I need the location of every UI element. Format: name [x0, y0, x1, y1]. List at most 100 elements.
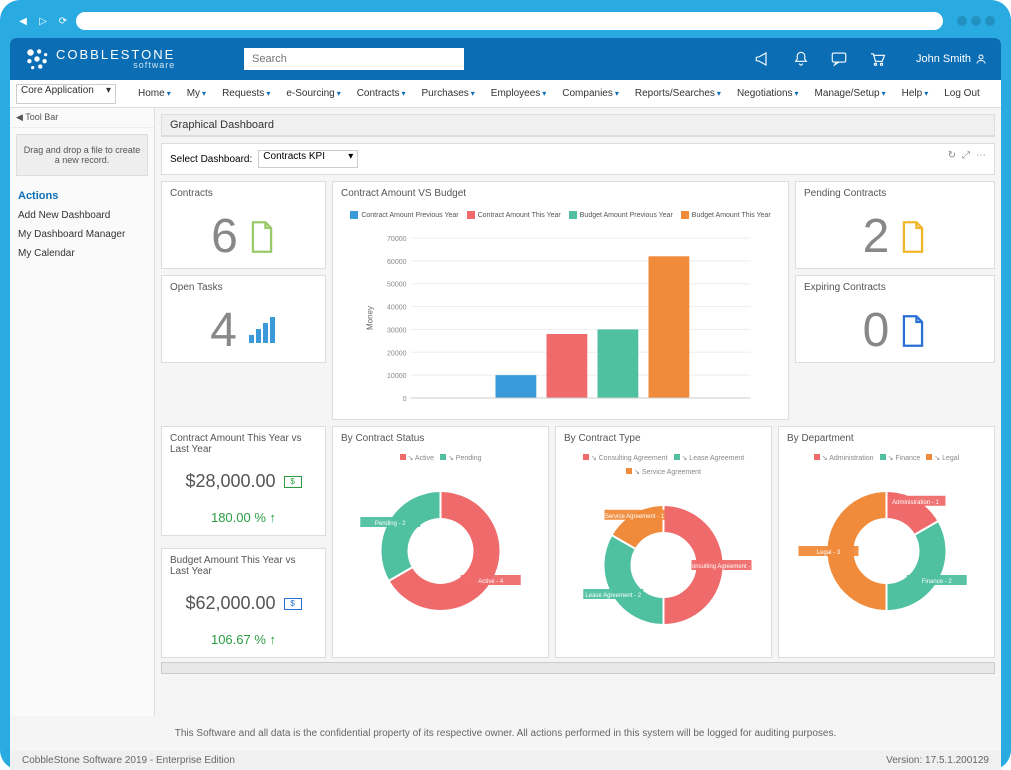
browser-back-icon[interactable]: ◀ [16, 14, 30, 28]
donut-legend: ↘ Administration↘ Finance↘ Legal [779, 454, 994, 462]
menu-bar: Core Application ▾ Home▾My▾Requests▾e-So… [10, 80, 1001, 108]
app: COBBLESTONE software John Smith Core App… [10, 38, 1001, 770]
svg-text:Pending - 2: Pending - 2 [375, 521, 406, 527]
pending-contracts-card[interactable]: Pending Contracts 2 [795, 181, 995, 269]
svg-text:70000: 70000 [387, 236, 407, 243]
header-icons [754, 50, 886, 68]
svg-text:Active - 4: Active - 4 [478, 579, 504, 585]
search-input[interactable] [244, 48, 464, 70]
dashboard-select[interactable]: Contracts KPI ▾ [258, 150, 358, 168]
menu-item-purchases[interactable]: Purchases▾ [414, 88, 483, 99]
donut-status-card: By Contract Status ↘ Active↘ Pending Act… [332, 426, 549, 658]
sidebar-link[interactable]: My Dashboard Manager [10, 225, 154, 244]
menu-item-e-sourcing[interactable]: e-Sourcing▾ [278, 88, 348, 99]
app-selector[interactable]: Core Application ▾ [16, 84, 116, 104]
menu-item-companies[interactable]: Companies▾ [554, 88, 627, 99]
sidebar-link[interactable]: Add New Dashboard [10, 206, 154, 225]
brand-logo[interactable]: COBBLESTONE software [24, 46, 244, 72]
arrow-up-icon: ↑ [270, 510, 277, 525]
svg-text:10000: 10000 [387, 373, 407, 380]
pending-value: 2 [863, 209, 890, 264]
sidebar-link[interactable]: My Calendar [10, 244, 154, 263]
widget-row-2: Contract Amount This Year vs Last Year $… [161, 426, 995, 658]
expiring-value: 0 [863, 303, 890, 358]
footer-notice: This Software and all data is the confid… [10, 716, 1001, 751]
donut-chart: Consulting Agreement - 3Lease Agreement … [556, 480, 771, 640]
bar-chart-card: Contract Amount VS Budget Contract Amoun… [332, 181, 789, 420]
window-dot[interactable] [957, 16, 967, 26]
budget-amount-card[interactable]: Budget Amount This Year vs Last Year $62… [161, 548, 326, 658]
menu-item-manage-setup[interactable]: Manage/Setup▾ [807, 88, 894, 99]
contracts-card[interactable]: Contracts 6 [161, 181, 326, 269]
svg-text:Money: Money [366, 306, 375, 330]
donut-legend: ↘ Consulting Agreement↘ Lease Agreement↘… [556, 454, 771, 476]
refresh-icon[interactable]: ↻ [948, 150, 956, 161]
browser-frame: ◀ ▷ ⟳ COBBLESTONE software [0, 0, 1011, 770]
user-name: John Smith [916, 53, 971, 65]
menu-item-home[interactable]: Home▾ [130, 88, 179, 99]
window-dot[interactable] [985, 16, 995, 26]
menu-item-employees[interactable]: Employees▾ [483, 88, 554, 99]
svg-text:Administration - 1: Administration - 1 [892, 500, 939, 506]
cobblestone-icon [24, 46, 50, 72]
document-icon [899, 220, 927, 254]
browser-titlebar: ◀ ▷ ⟳ [10, 10, 1001, 38]
svg-text:Finance - 2: Finance - 2 [922, 579, 953, 585]
dashboard-panel: Graphical Dashboard [161, 114, 995, 137]
megaphone-icon[interactable] [754, 50, 772, 68]
svg-text:Legal - 3: Legal - 3 [817, 550, 841, 556]
window-dot[interactable] [971, 16, 981, 26]
user-menu[interactable]: John Smith [916, 53, 987, 65]
selector-label: Select Dashboard: [170, 154, 252, 165]
budget-amount-value: $62,000.00 [185, 593, 275, 614]
document-icon [248, 220, 276, 254]
document-icon [899, 314, 927, 348]
svg-text:0: 0 [403, 396, 407, 403]
brand-sub: software [56, 61, 175, 70]
footer-bar: CobbleStone Software 2019 - Enterprise E… [10, 751, 1001, 770]
contract-amount-value: $28,000.00 [185, 471, 275, 492]
file-dropzone[interactable]: Drag and drop a file to create a new rec… [16, 134, 148, 176]
menu-item-contracts[interactable]: Contracts▾ [349, 88, 414, 99]
donut-type-card: By Contract Type ↘ Consulting Agreement↘… [555, 426, 772, 658]
contracts-value: 6 [211, 209, 238, 264]
browser-reload-icon[interactable]: ⟳ [56, 14, 70, 28]
bars-icon [247, 317, 277, 345]
main: Graphical Dashboard Select Dashboard: Co… [155, 108, 1001, 716]
money-icon: $ [284, 598, 302, 610]
menu-item-help[interactable]: Help▾ [894, 88, 937, 99]
cart-icon[interactable] [868, 50, 886, 68]
money-icon: $ [284, 476, 302, 488]
bar-chart: 010000200003000040000500006000070000Mone… [339, 233, 782, 413]
browser-url-bar[interactable] [76, 12, 943, 30]
menu-item-my[interactable]: My▾ [179, 88, 214, 99]
donut-dept-card: By Department ↘ Administration↘ Finance↘… [778, 426, 995, 658]
toolbar-toggle[interactable]: ◀ Tool Bar [10, 108, 154, 128]
contract-amount-card[interactable]: Contract Amount This Year vs Last Year $… [161, 426, 326, 536]
horizontal-scrollbar[interactable] [161, 662, 995, 674]
menu-item-log-out[interactable]: Log Out [936, 88, 988, 99]
window-controls [957, 16, 995, 26]
svg-text:Lease Agreement - 2: Lease Agreement - 2 [585, 593, 641, 599]
svg-text:Service Agreement - 1: Service Agreement - 1 [605, 514, 665, 520]
menu-item-negotiations[interactable]: Negotiations▾ [729, 88, 807, 99]
expiring-contracts-card[interactable]: Expiring Contracts 0 [795, 275, 995, 363]
footer-left: CobbleStone Software 2019 - Enterprise E… [22, 755, 235, 766]
footer-right: Version: 17.5.1.200129 [886, 755, 989, 766]
open-tasks-value: 4 [210, 303, 237, 358]
open-tasks-card[interactable]: Open Tasks 4 [161, 275, 326, 363]
svg-text:30000: 30000 [387, 327, 407, 334]
svg-text:60000: 60000 [387, 259, 407, 266]
menu-item-requests[interactable]: Requests▾ [214, 88, 278, 99]
user-icon [975, 53, 987, 65]
more-icon[interactable]: ⋯ [976, 150, 986, 161]
chat-icon[interactable] [830, 50, 848, 68]
sidebar: ◀ Tool Bar Drag and drop a file to creat… [10, 108, 155, 716]
menu-item-reports-searches[interactable]: Reports/Searches▾ [627, 88, 729, 99]
donut-legend: ↘ Active↘ Pending [333, 454, 548, 462]
widget-row-1: Contracts 6 Open Tasks 4 [161, 181, 995, 420]
browser-forward-icon[interactable]: ▷ [36, 14, 50, 28]
bell-icon[interactable] [792, 50, 810, 68]
expand-icon[interactable]: ⤢ [962, 150, 970, 161]
bar-chart-legend: Contract Amount Previous YearContract Am… [339, 211, 782, 219]
